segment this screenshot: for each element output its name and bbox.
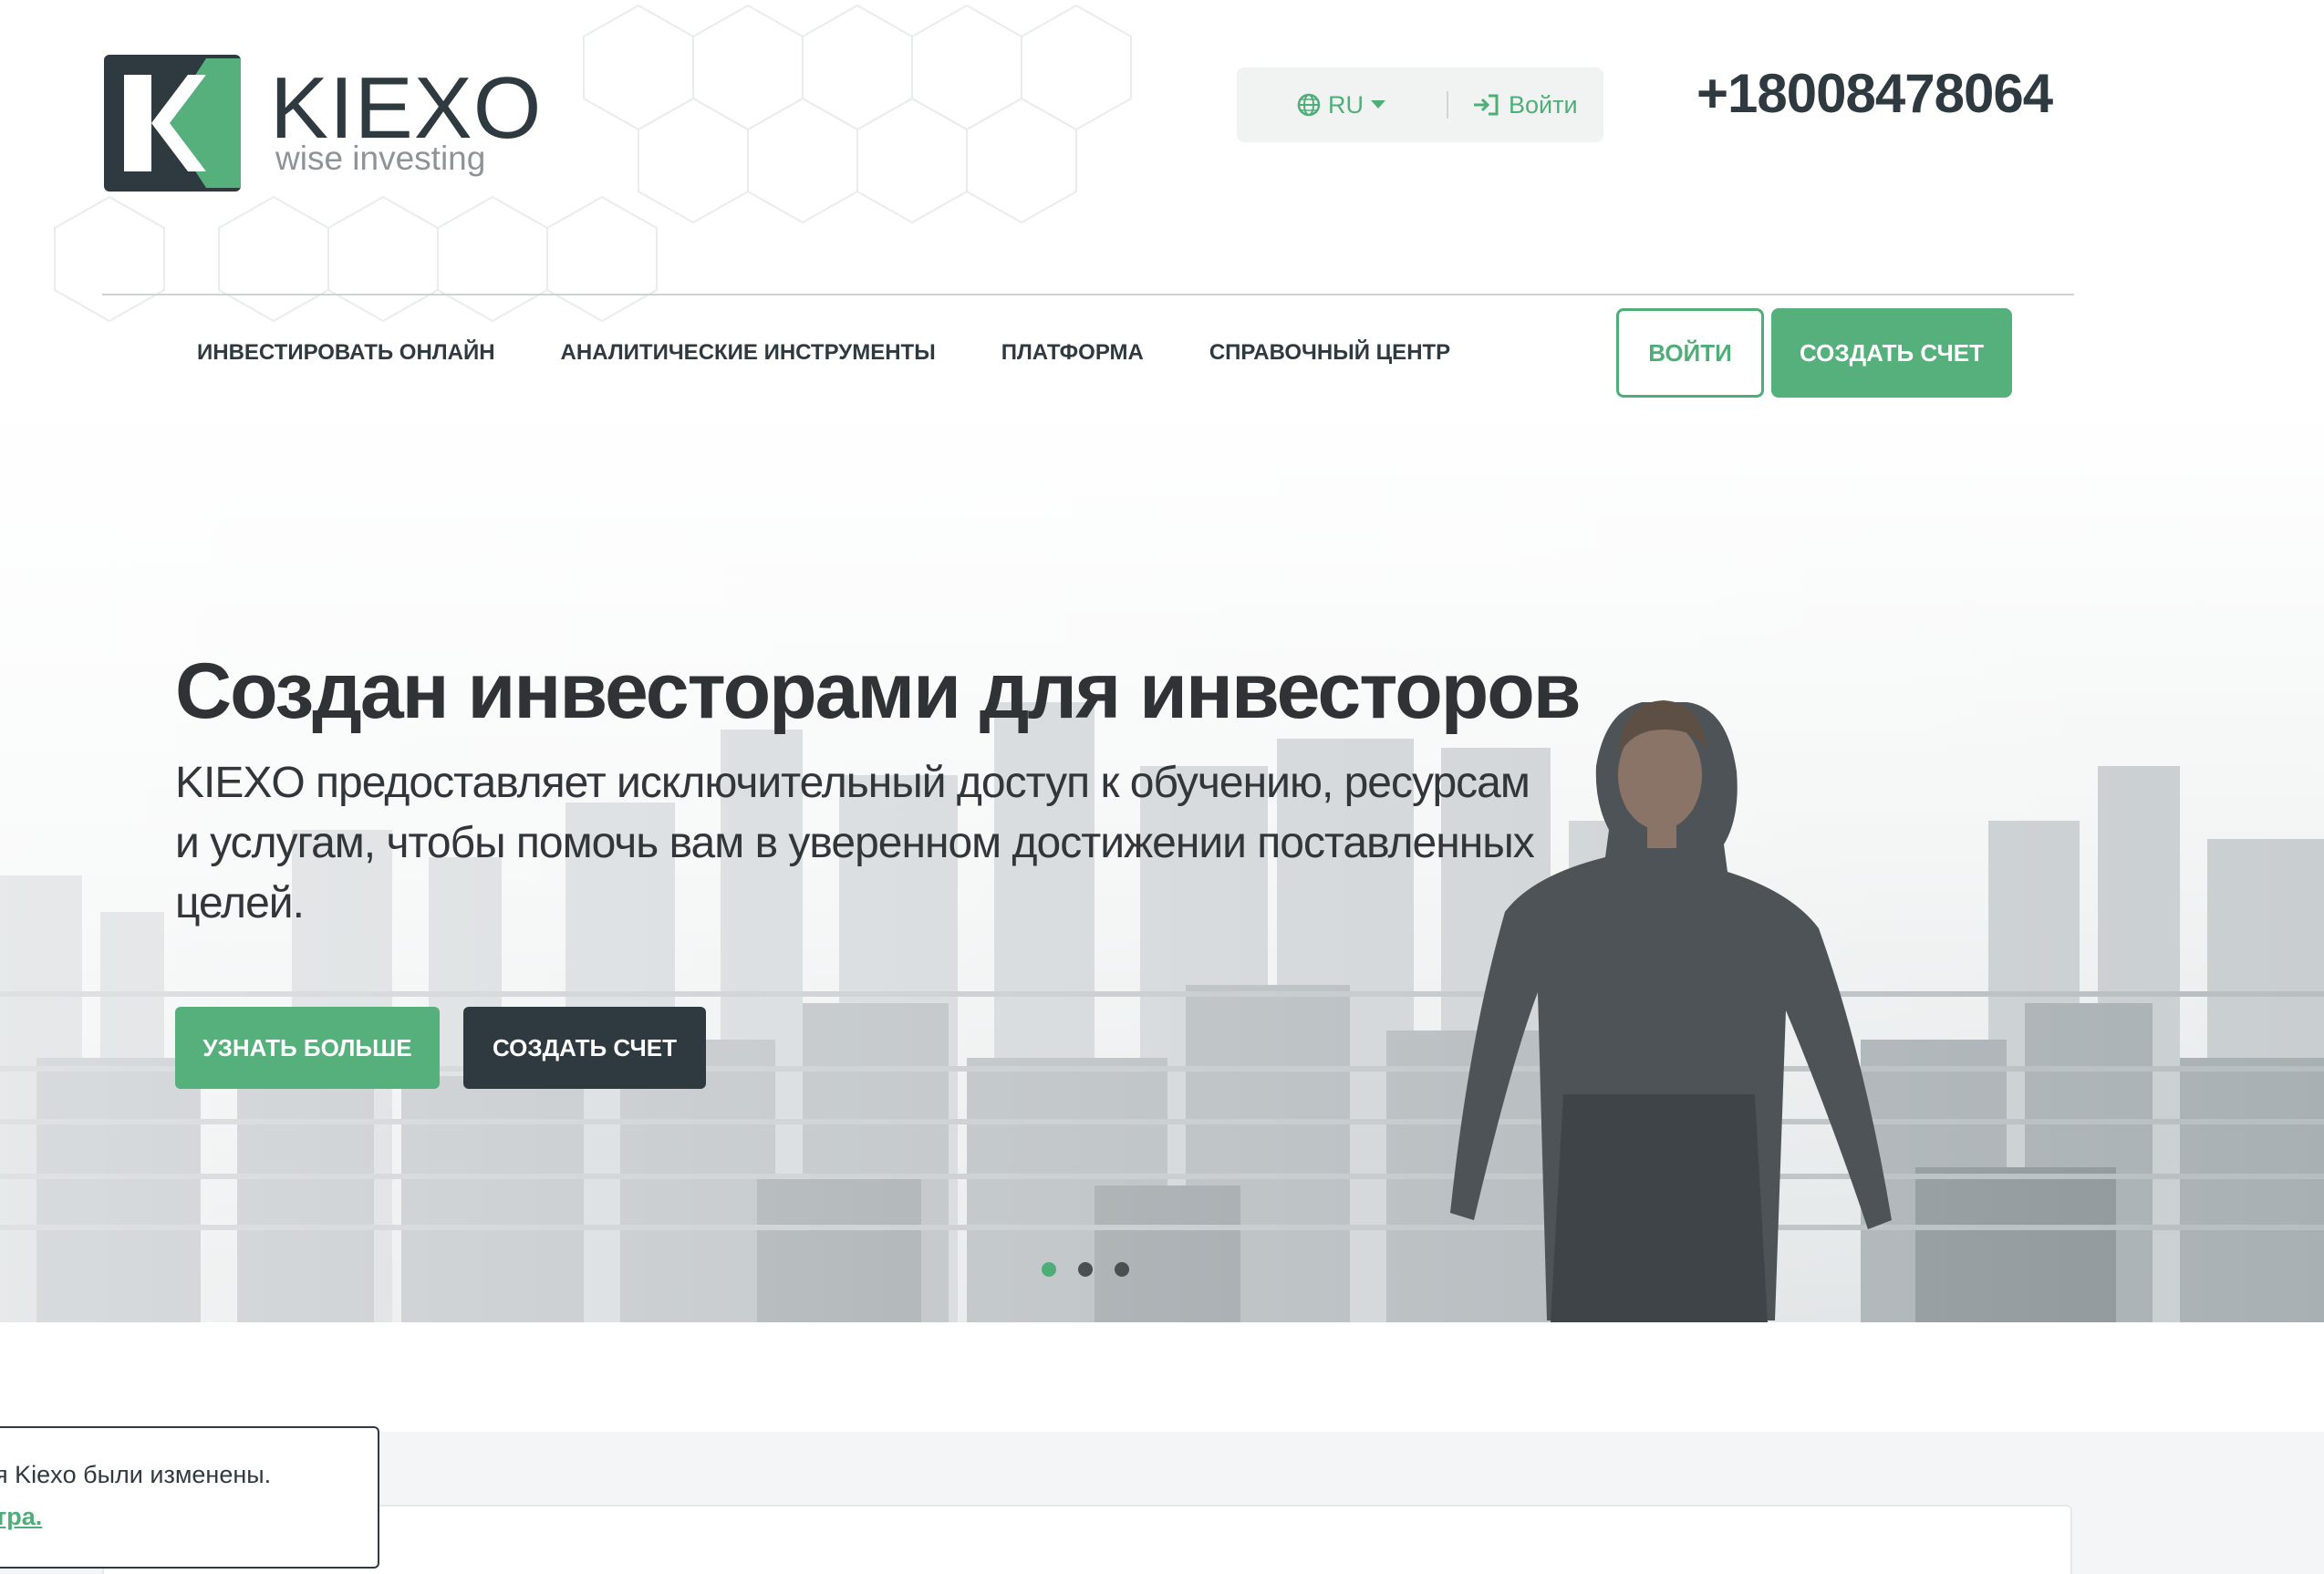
hero-create-account-button[interactable]: СОЗДАТЬ СЧЕТ bbox=[463, 1007, 706, 1089]
create-account-button[interactable]: СОЗДАТЬ СЧЕТ bbox=[1771, 308, 2012, 398]
logo-tagline: wise investing bbox=[275, 140, 486, 177]
utility-bar: RU Войти bbox=[1237, 67, 1603, 142]
language-selector[interactable]: RU bbox=[1297, 67, 1385, 142]
sign-in-icon bbox=[1474, 94, 1499, 116]
kiexo-logo-mark-icon bbox=[104, 55, 241, 192]
globe-icon bbox=[1297, 93, 1321, 117]
terms-change-notice: я Kiexo были изменены. тра. bbox=[0, 1426, 379, 1569]
login-button[interactable]: ВОЙТИ bbox=[1616, 308, 1764, 398]
notice-text: я Kiexo были изменены. bbox=[0, 1461, 272, 1488]
learn-more-button[interactable]: УЗНАТЬ БОЛЬШЕ bbox=[175, 1007, 440, 1089]
nav-analytic-tools[interactable]: АНАЛИТИЧЕСКИЕ ИНСТРУМЕНТЫ bbox=[561, 340, 936, 366]
slider-dots bbox=[1042, 1262, 1129, 1277]
nav-invest-online[interactable]: ИНВЕСТИРОВАТЬ ОНЛАЙН bbox=[197, 340, 495, 366]
slider-dot-3[interactable] bbox=[1115, 1262, 1129, 1277]
kiexo-logo[interactable]: KIEXO wise investing bbox=[104, 55, 560, 197]
header-divider bbox=[102, 294, 2074, 295]
hero-subtitle: KIEXO предоставляет исключительный досту… bbox=[175, 759, 1535, 927]
nav-help-center[interactable]: СПРАВОЧНЫЙ ЦЕНТР bbox=[1209, 340, 1450, 366]
nav-platform[interactable]: ПЛАТФОРМА bbox=[1001, 340, 1144, 366]
main-nav: ИНВЕСТИРОВАТЬ ОНЛАЙН АНАЛИТИЧЕСКИЕ ИНСТР… bbox=[197, 328, 1516, 378]
slider-dot-1[interactable] bbox=[1042, 1262, 1056, 1277]
hero-slider: Создан инвесторами для инвесторов KIEXO … bbox=[0, 401, 2324, 1322]
top-login-link[interactable]: Войти bbox=[1472, 67, 1578, 142]
caret-down-icon bbox=[1371, 100, 1385, 109]
phone-number[interactable]: +18008478064 bbox=[1696, 62, 2053, 126]
slider-dot-2[interactable] bbox=[1078, 1262, 1093, 1277]
notice-link[interactable]: тра. bbox=[0, 1503, 42, 1531]
utility-divider bbox=[1447, 91, 1448, 119]
hero-title: Создан инвесторами для инвесторов bbox=[175, 647, 1582, 735]
lower-content-card bbox=[102, 1505, 2072, 1574]
language-value: RU bbox=[1328, 90, 1364, 119]
top-login-label: Войти bbox=[1509, 90, 1578, 119]
